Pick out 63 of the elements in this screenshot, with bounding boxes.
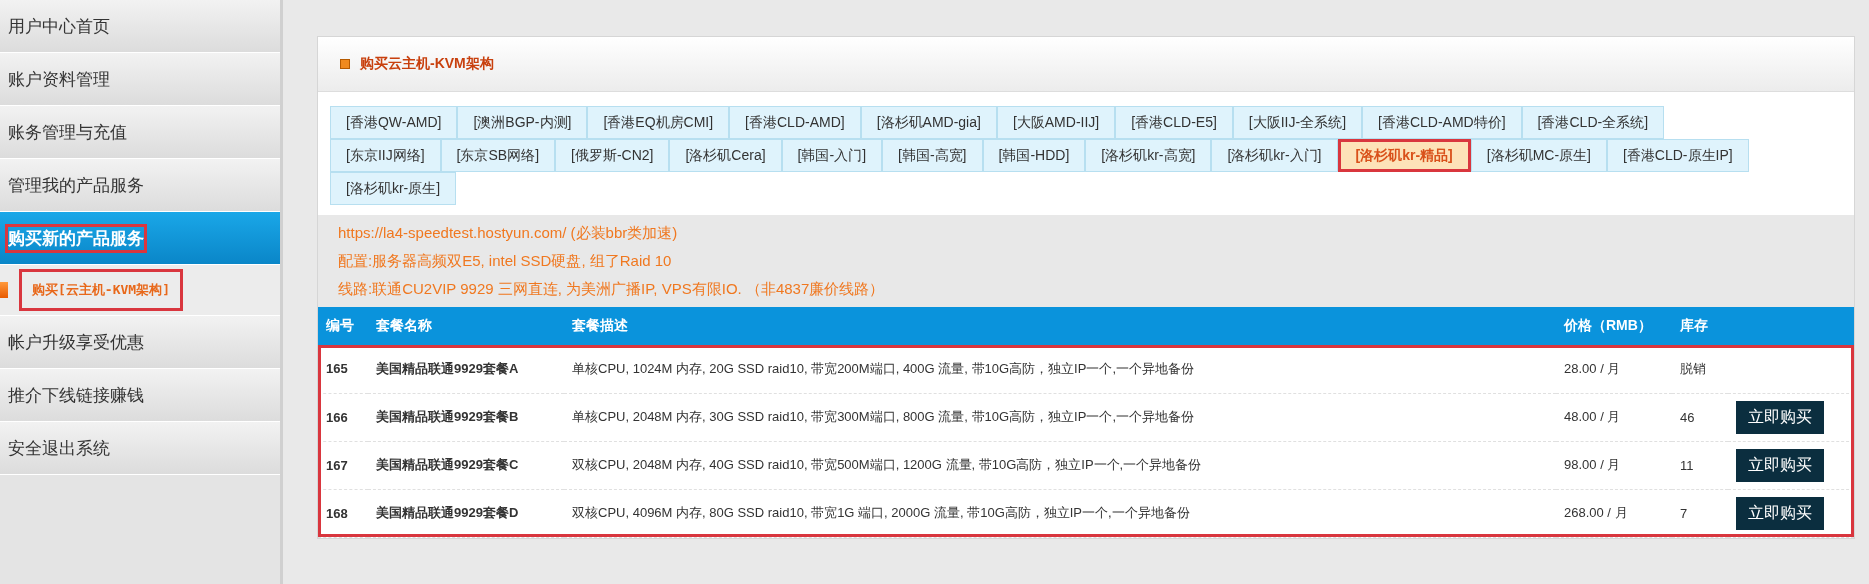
column-header: 套餐描述 — [564, 307, 1556, 345]
sidebar-item[interactable]: 账户资料管理 — [0, 53, 280, 106]
table-cell: 美国精品联通9929套餐A — [368, 345, 564, 393]
location-tab[interactable]: [东京SB网络] — [440, 139, 556, 172]
table-cell: 脱销 — [1672, 345, 1728, 393]
table-cell: 166 — [318, 393, 368, 441]
location-tab[interactable]: [香港CLD-全系统] — [1521, 106, 1665, 139]
column-header: 编号 — [318, 307, 368, 345]
table-cell: 双核CPU, 2048M 内存, 40G SSD raid10, 带宽500M端口, 1200G 流量, 带10G高防，独立IP一个,一个异地备份 — [564, 441, 1556, 489]
location-tab[interactable]: [香港CLD-AMD特价] — [1362, 106, 1522, 139]
location-tab[interactable]: [香港EQ机房CMI] — [587, 106, 730, 139]
location-tab[interactable]: [香港CLD-AMD] — [729, 106, 861, 139]
table-cell: 46 — [1672, 393, 1728, 441]
location-tab[interactable]: [韩国-HDD] — [982, 139, 1086, 172]
location-tab[interactable]: [俄罗斯-CN2] — [555, 139, 670, 172]
buy-button[interactable]: 立即购买 — [1736, 400, 1824, 434]
table-cell: 167 — [318, 441, 368, 489]
table-cell: 单核CPU, 1024M 内存, 20G SSD raid10, 带宽200M端口, 400G 流量, 带10G高防，独立IP一个,一个异地备份 — [564, 345, 1556, 393]
table-cell: 28.00 / 月 — [1556, 345, 1672, 393]
sidebar-item[interactable]: 帐户升级享受优惠 — [0, 316, 280, 369]
table-cell: 双核CPU, 4096M 内存, 80G SSD raid10, 带宽1G 端口, 2000G 流量, 带10G高防，独立IP一个,一个异地备份 — [564, 489, 1556, 537]
table-cell: 11 — [1672, 441, 1728, 489]
marker-icon — [0, 282, 8, 298]
location-tab[interactable]: [洛杉矶kr-原生] — [330, 172, 457, 205]
column-header: 库存 — [1672, 307, 1728, 345]
info-line: 配置:服务器高频双E5, intel SSD硬盘, 组了Raid 10 — [338, 251, 673, 271]
location-tab[interactable]: [韩国-高宽] — [882, 139, 983, 172]
sidebar-item[interactable]: 管理我的产品服务 — [0, 159, 280, 212]
table-cell: 美国精品联通9929套餐B — [368, 393, 564, 441]
location-tab[interactable]: [香港CLD-原生IP] — [1606, 139, 1749, 172]
table-cell: 168 — [318, 489, 368, 537]
sidebar-item[interactable]: 用户中心首页 — [0, 0, 280, 53]
column-header: 套餐名称 — [368, 307, 564, 345]
sidebar-item[interactable]: 推介下线链接赚钱 — [0, 369, 280, 422]
table-cell: 美国精品联通9929套餐C — [368, 441, 564, 489]
info-line: 线路:联通CU2VIP 9929 三网直连, 为美洲广播IP, VPS有限IO. （非4837廉价线路） — [338, 279, 886, 299]
sidebar-item[interactable]: 账务管理与充值 — [0, 106, 280, 159]
square-icon — [340, 59, 350, 69]
location-tab[interactable]: [洛杉矶AMD-gia] — [860, 106, 997, 139]
table-cell: 单核CPU, 2048M 内存, 30G SSD raid10, 带宽300M端口, 800G 流量, 带10G高防，独立IP一个,一个异地备份 — [564, 393, 1556, 441]
location-tab[interactable]: [大阪AMD-IIJ] — [996, 106, 1116, 139]
table-cell: 美国精品联通9929套餐D — [368, 489, 564, 537]
table-cell: 48.00 / 月 — [1556, 393, 1672, 441]
location-tab[interactable]: [大阪IIJ-全系统] — [1232, 106, 1363, 139]
location-tab[interactable]: [洛杉矶kr-入门] — [1211, 139, 1338, 172]
location-tab[interactable]: [澳洲BGP-内测] — [457, 106, 588, 139]
location-tab[interactable]: [东京IIJ网络] — [330, 139, 441, 172]
location-tab[interactable]: [洛杉矶kr-高宽] — [1085, 139, 1212, 172]
location-tab[interactable]: [韩国-入门] — [781, 139, 883, 172]
buy-button[interactable]: 立即购买 — [1736, 448, 1824, 482]
table-cell: 268.00 / 月 — [1556, 489, 1672, 537]
buy-button[interactable]: 立即购买 — [1736, 496, 1824, 530]
location-tab[interactable]: [洛杉矶Cera] — [669, 139, 782, 172]
location-tab[interactable]: [香港QW-AMD] — [330, 106, 458, 139]
location-tab[interactable]: [洛杉矶MC-原生] — [1470, 139, 1607, 172]
table-cell: 98.00 / 月 — [1556, 441, 1672, 489]
sidebar-item[interactable]: 安全退出系统 — [0, 422, 280, 475]
panel-title: 购买云主机-KVM架构 — [360, 55, 494, 73]
column-header: 价格（RMB） — [1556, 307, 1672, 345]
info-line: https://la4-speedtest.hostyun.com/ (必装bbr类加速) — [338, 223, 679, 243]
location-tab[interactable]: [香港CLD-E5] — [1115, 106, 1233, 139]
table-cell: 165 — [318, 345, 368, 393]
table-cell: 7 — [1672, 489, 1728, 537]
